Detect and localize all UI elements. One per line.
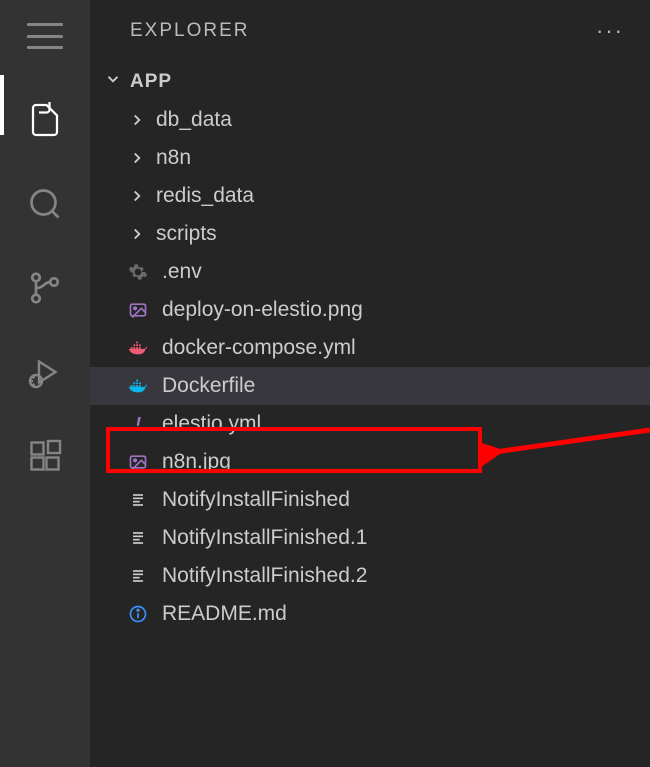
image-icon	[126, 450, 150, 474]
file-tree: db_data n8n redis_data scripts .env	[90, 101, 650, 633]
file-item-image[interactable]: deploy-on-elestio.png	[90, 291, 650, 329]
image-icon	[126, 298, 150, 322]
section-header-app[interactable]: APP	[90, 62, 650, 101]
file-item-text[interactable]: NotifyInstallFinished.2	[90, 557, 650, 595]
more-actions-icon[interactable]: ···	[596, 18, 624, 44]
lines-icon	[126, 488, 150, 512]
folder-item[interactable]: n8n	[90, 139, 650, 177]
lines-icon	[126, 526, 150, 550]
folder-item[interactable]: scripts	[90, 215, 650, 253]
run-debug-icon[interactable]	[27, 354, 63, 390]
file-label: .env	[162, 260, 202, 284]
folder-item[interactable]: redis_data	[90, 177, 650, 215]
file-item-image[interactable]: n8n.jpg	[90, 443, 650, 481]
file-item-env[interactable]: .env	[90, 253, 650, 291]
file-label: Dockerfile	[162, 374, 255, 398]
docker-icon	[126, 374, 150, 398]
chevron-right-icon	[128, 111, 148, 129]
bang-icon: !	[126, 412, 150, 436]
lines-icon	[126, 564, 150, 588]
file-item-dockerfile[interactable]: Dockerfile	[90, 367, 650, 405]
gear-icon	[126, 260, 150, 284]
file-label: NotifyInstallFinished.2	[162, 564, 367, 588]
source-control-icon[interactable]	[27, 270, 63, 306]
file-label: docker-compose.yml	[162, 336, 356, 360]
chevron-right-icon	[128, 149, 148, 167]
file-label: README.md	[162, 602, 287, 626]
explorer-icon[interactable]	[27, 102, 63, 138]
sidebar-header: EXPLORER ···	[90, 0, 650, 62]
file-item-docker-compose[interactable]: docker-compose.yml	[90, 329, 650, 367]
activity-bar	[0, 0, 90, 767]
file-label: NotifyInstallFinished	[162, 488, 350, 512]
chevron-right-icon	[128, 187, 148, 205]
chevron-down-icon	[104, 70, 124, 93]
folder-label: scripts	[156, 222, 217, 246]
file-item-text[interactable]: NotifyInstallFinished.1	[90, 519, 650, 557]
info-icon	[126, 602, 150, 626]
explorer-sidebar: EXPLORER ··· APP db_data n8n redis_data	[90, 0, 650, 767]
file-label: NotifyInstallFinished.1	[162, 526, 367, 550]
menu-icon[interactable]	[27, 18, 63, 54]
file-item-readme[interactable]: README.md	[90, 595, 650, 633]
file-label: n8n.jpg	[162, 450, 231, 474]
file-label: elestio.yml	[162, 412, 261, 436]
file-label: deploy-on-elestio.png	[162, 298, 363, 322]
folder-item[interactable]: db_data	[90, 101, 650, 139]
docker-icon	[126, 336, 150, 360]
section-title: APP	[130, 71, 172, 93]
svg-text:!: !	[135, 414, 141, 434]
active-indicator	[0, 75, 4, 135]
folder-label: n8n	[156, 146, 191, 170]
folder-label: db_data	[156, 108, 232, 132]
file-item-text[interactable]: NotifyInstallFinished	[90, 481, 650, 519]
chevron-right-icon	[128, 225, 148, 243]
search-icon[interactable]	[27, 186, 63, 222]
extensions-icon[interactable]	[27, 438, 63, 474]
file-item-elestio[interactable]: ! elestio.yml	[90, 405, 650, 443]
folder-label: redis_data	[156, 184, 254, 208]
sidebar-title: EXPLORER	[130, 20, 249, 42]
